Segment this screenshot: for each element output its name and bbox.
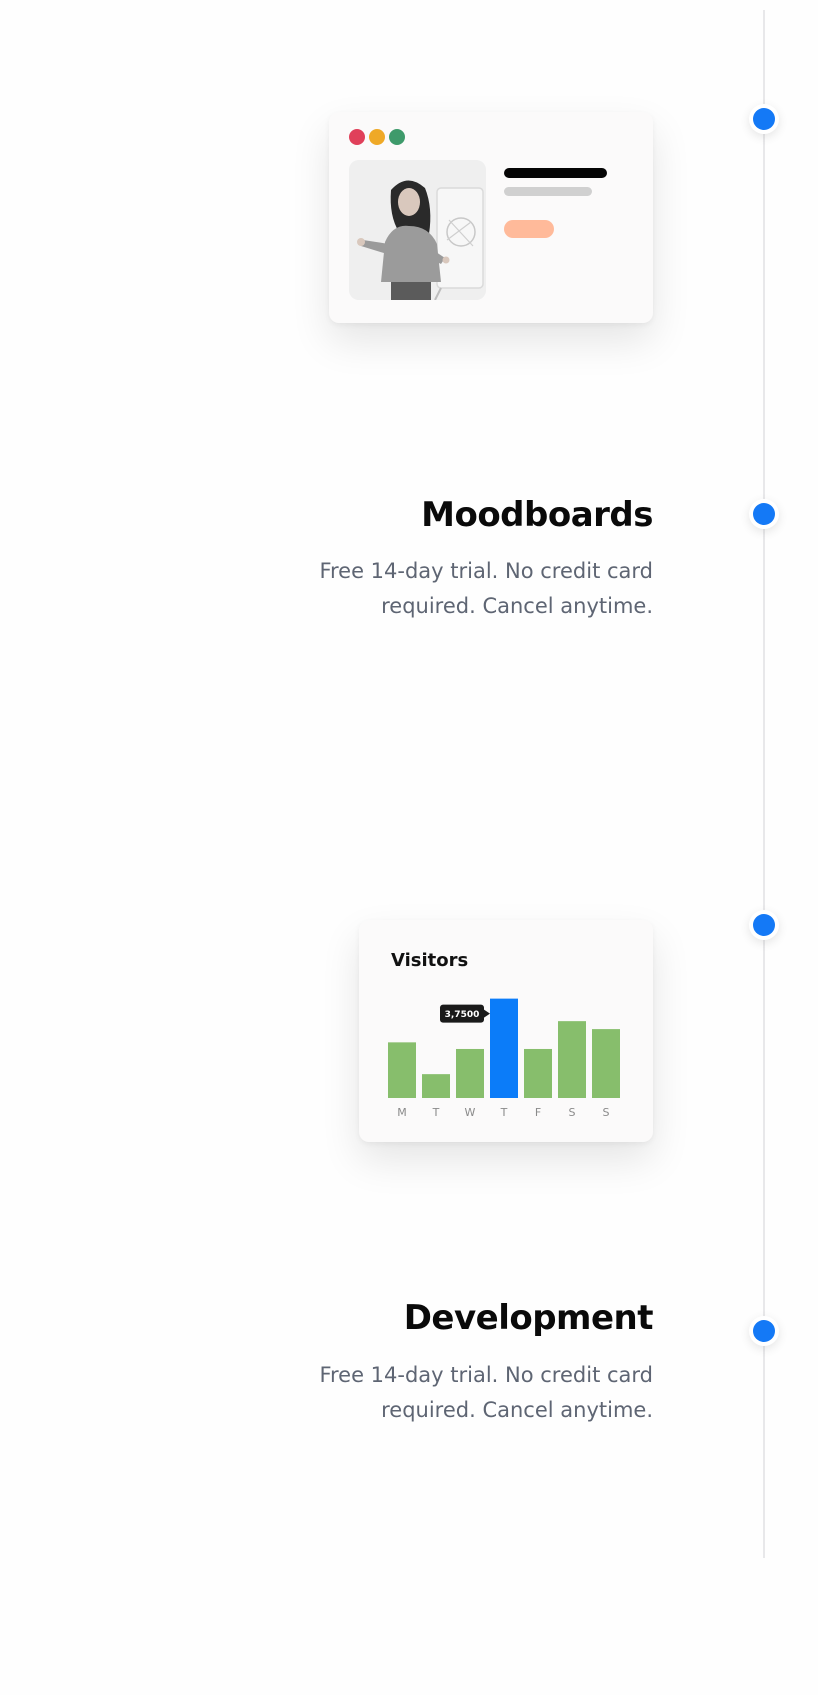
window-minimize-dot bbox=[369, 129, 385, 145]
x-tick-label-1: T bbox=[432, 1106, 440, 1119]
name-placeholder-line bbox=[504, 168, 607, 178]
timeline-dot-3 bbox=[749, 910, 779, 940]
bar-3 bbox=[490, 998, 518, 1098]
section-title-development: Development bbox=[403, 1298, 654, 1338]
action-button-placeholder bbox=[504, 220, 554, 238]
chart-tooltip: 3,7500 bbox=[440, 1004, 490, 1023]
bar-0 bbox=[388, 1042, 416, 1098]
profile-mockup-card bbox=[329, 112, 653, 323]
x-tick-label-3: T bbox=[500, 1106, 508, 1119]
bar-6 bbox=[592, 1029, 620, 1098]
x-tick-label-4: F bbox=[535, 1106, 541, 1119]
timeline-dot-2 bbox=[749, 499, 779, 529]
bar-5 bbox=[558, 1021, 586, 1098]
timeline-dot-1 bbox=[749, 104, 779, 134]
visitors-bar-chart: M T W T F S S 3,7500 bbox=[388, 998, 620, 1119]
window-close-dot bbox=[349, 129, 365, 145]
subtitle-placeholder-line bbox=[504, 187, 592, 196]
section-title-moodboards: Moodboards bbox=[421, 495, 653, 535]
visitors-chart-card: Visitors M T W T F S S 3,7500 bbox=[359, 920, 653, 1142]
x-tick-label-2: W bbox=[465, 1106, 476, 1119]
tooltip-value: 3,7500 bbox=[445, 1010, 480, 1020]
x-tick-label-6: S bbox=[603, 1106, 610, 1119]
section-description-moodboards: Free 14-day trial. No credit card requir… bbox=[319, 559, 653, 618]
bar-4 bbox=[524, 1048, 552, 1098]
timeline-dot-4 bbox=[749, 1316, 779, 1346]
x-tick-label-0: M bbox=[397, 1106, 407, 1119]
x-tick-label-5: S bbox=[569, 1106, 576, 1119]
person-presenting-illustration bbox=[349, 160, 486, 300]
bar-2 bbox=[456, 1048, 484, 1098]
bar-1 bbox=[422, 1074, 450, 1098]
profile-photo bbox=[349, 160, 486, 300]
window-maximize-dot bbox=[389, 129, 405, 145]
section-description-development: Free 14-day trial. No credit card requir… bbox=[319, 1363, 653, 1422]
